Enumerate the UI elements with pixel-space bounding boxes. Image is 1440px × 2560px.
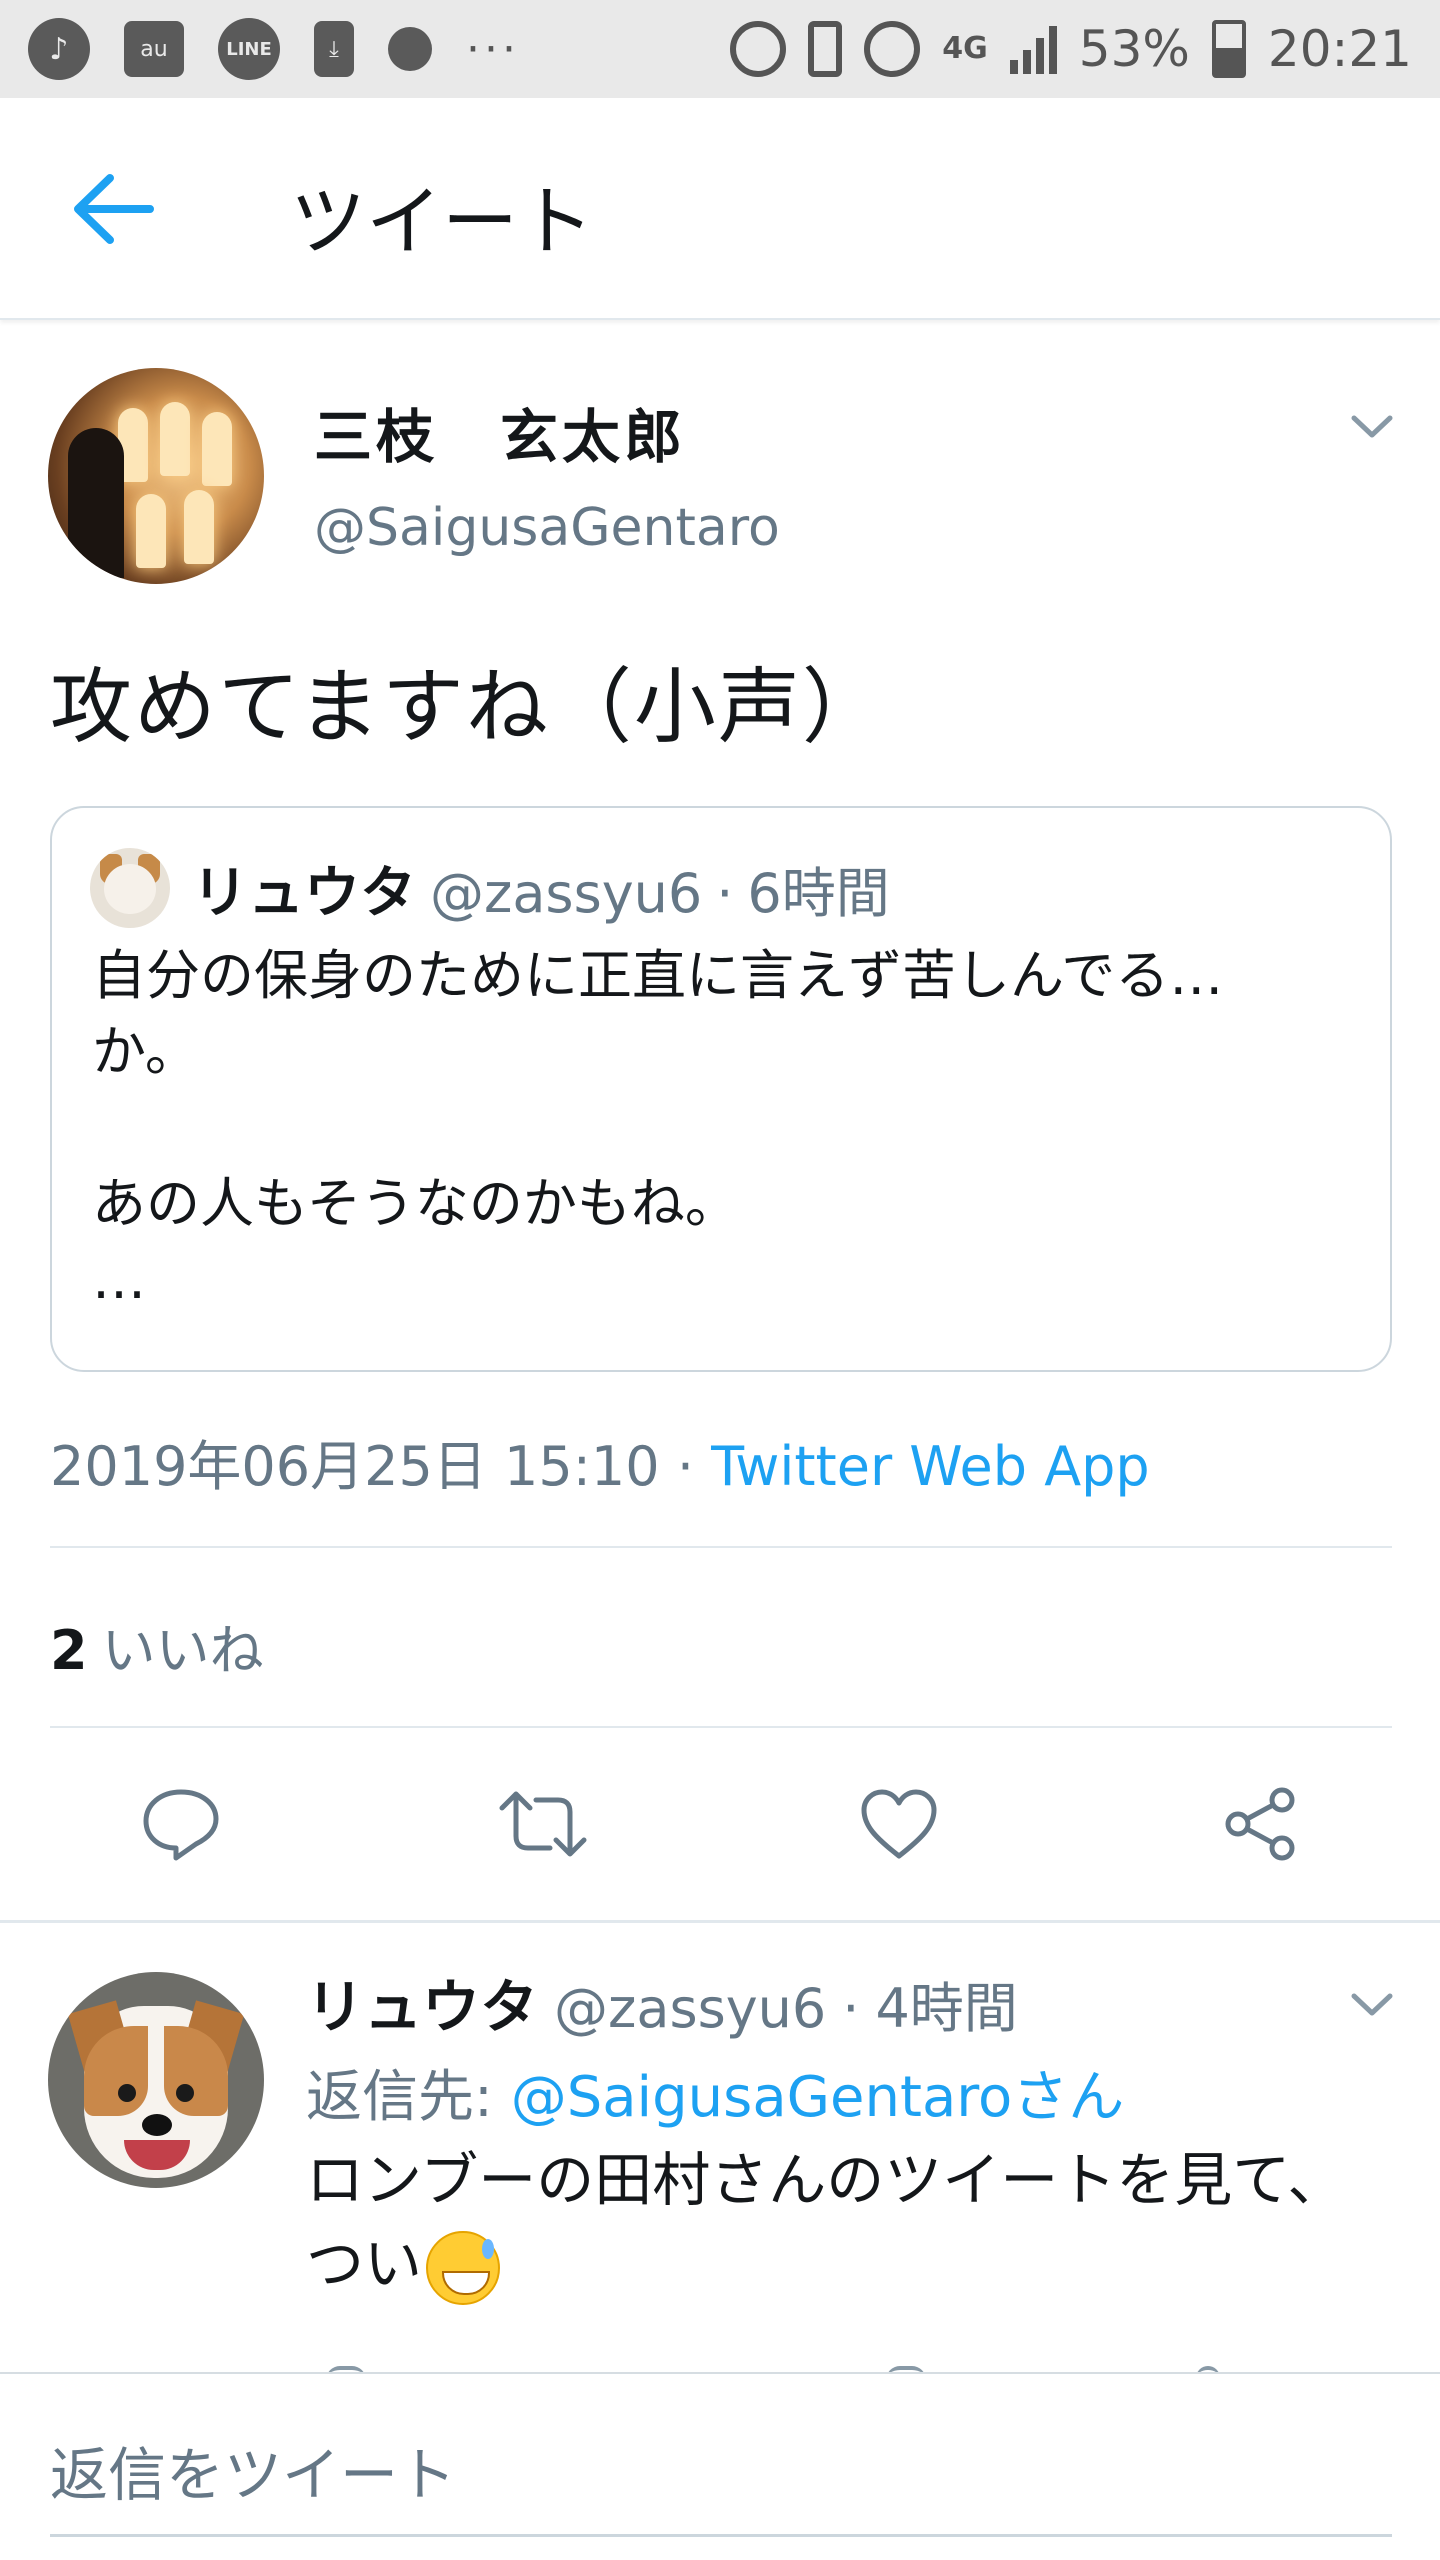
meta-separator: · bbox=[716, 862, 734, 925]
tweet-timestamp-line: 2019年06月25日 15:10 · Twitter Web App bbox=[50, 1422, 1150, 1501]
reply-compose-bar[interactable]: 返信をツイート bbox=[0, 2372, 1440, 2560]
quoted-author-avatar[interactable] bbox=[90, 848, 170, 928]
data-saver-icon bbox=[730, 21, 787, 77]
game-app-icon bbox=[388, 27, 432, 71]
system-icons: 4G 53% 20:21 bbox=[730, 20, 1412, 78]
reply-text: ロンブーの田村さんのツイートを見て、 つい bbox=[306, 2138, 1345, 2306]
back-arrow-icon[interactable] bbox=[70, 170, 154, 248]
reply-to-line: 返信先: @SaigusaGentaroさん bbox=[306, 2052, 1124, 2133]
divider bbox=[50, 1546, 1392, 1548]
likes-count-row[interactable]: 2 いいね bbox=[50, 1606, 264, 1685]
grinning-sweat-emoji-icon bbox=[426, 2230, 501, 2305]
battery-icon bbox=[1211, 20, 1246, 78]
alarm-icon bbox=[864, 21, 921, 77]
reply-menu-chevron-icon[interactable] bbox=[1350, 1992, 1394, 2018]
reply-author-avatar[interactable] bbox=[48, 1972, 264, 2188]
likes-count: 2 bbox=[50, 1619, 88, 1682]
app-notification-icon: ♪ bbox=[28, 18, 90, 80]
app-header: ツイート bbox=[0, 98, 1440, 320]
section-divider bbox=[0, 1920, 1440, 1923]
battery-percent: 53% bbox=[1078, 20, 1190, 78]
author-display-name[interactable]: 三枝 玄太郎 bbox=[314, 390, 686, 474]
meta-separator: · bbox=[676, 1435, 694, 1498]
notification-icons: ♪ au LINE ⤓ ··· bbox=[28, 18, 520, 80]
divider bbox=[50, 1726, 1392, 1728]
quoted-author-name[interactable]: リュウタ bbox=[192, 848, 416, 929]
reply-compose-input[interactable]: 返信をツイート bbox=[50, 2428, 456, 2512]
reply-to-mention[interactable]: @SaigusaGentaroさん bbox=[511, 2065, 1125, 2130]
heart-icon[interactable] bbox=[858, 1786, 940, 1862]
tweet-timestamp: 2019年06月25日 15:10 bbox=[50, 1435, 660, 1498]
network-type-icon: 4G bbox=[942, 31, 988, 66]
clock: 20:21 bbox=[1267, 20, 1412, 78]
quoted-tweet-text: 自分の保身のために正直に言えず苦しんでる… か。 あの人もそうなのかもね。 … bbox=[92, 944, 1224, 1311]
quoted-author-handle[interactable]: @zassyu6 bbox=[430, 862, 702, 925]
likes-label: いいね bbox=[101, 1619, 264, 1682]
signal-icon bbox=[1009, 24, 1057, 74]
page-title: ツイート bbox=[290, 177, 594, 266]
more-notifications-icon: ··· bbox=[466, 23, 520, 75]
quoted-tweet-card[interactable]: リュウタ @zassyu6 · 6時間 自分の保身のために正直に言えず苦しんでる… bbox=[50, 806, 1392, 1372]
line-label: LINE bbox=[226, 38, 272, 60]
author-handle[interactable]: @SaigusaGentaro bbox=[314, 498, 780, 558]
reply-to-label: 返信先: bbox=[306, 2065, 493, 2130]
reply-icon[interactable] bbox=[140, 1786, 222, 1862]
download-icon: ⤓ bbox=[314, 21, 354, 77]
tweet-source-link[interactable]: Twitter Web App bbox=[711, 1435, 1150, 1498]
meta-separator: · bbox=[842, 1977, 860, 2040]
author-avatar[interactable] bbox=[48, 368, 264, 584]
reply-author-handle[interactable]: @zassyu6 bbox=[554, 1977, 826, 2040]
tweet-text: 攻めてますね（小声） bbox=[50, 660, 886, 755]
status-bar: ♪ au LINE ⤓ ··· 4G 53% 20:21 bbox=[0, 0, 1440, 98]
compose-underline bbox=[50, 2534, 1392, 2537]
vibrate-icon bbox=[808, 21, 843, 77]
share-icon[interactable] bbox=[1220, 1786, 1302, 1862]
retweet-icon[interactable] bbox=[498, 1786, 588, 1862]
tweet-menu-chevron-icon[interactable] bbox=[1350, 414, 1394, 440]
reply-age: 4時間 bbox=[875, 1977, 1018, 2040]
au-label: au bbox=[140, 36, 168, 62]
au-mail-icon: au bbox=[124, 21, 184, 77]
quoted-tweet-age: 6時間 bbox=[747, 862, 890, 925]
reply-header: リュウタ @zassyu6 · 4時間 bbox=[306, 1960, 1018, 2044]
quoted-tweet-header: リュウタ @zassyu6 · 6時間 bbox=[192, 848, 890, 929]
reply-author-name[interactable]: リュウタ bbox=[306, 1960, 538, 2044]
line-icon: LINE bbox=[218, 18, 280, 80]
